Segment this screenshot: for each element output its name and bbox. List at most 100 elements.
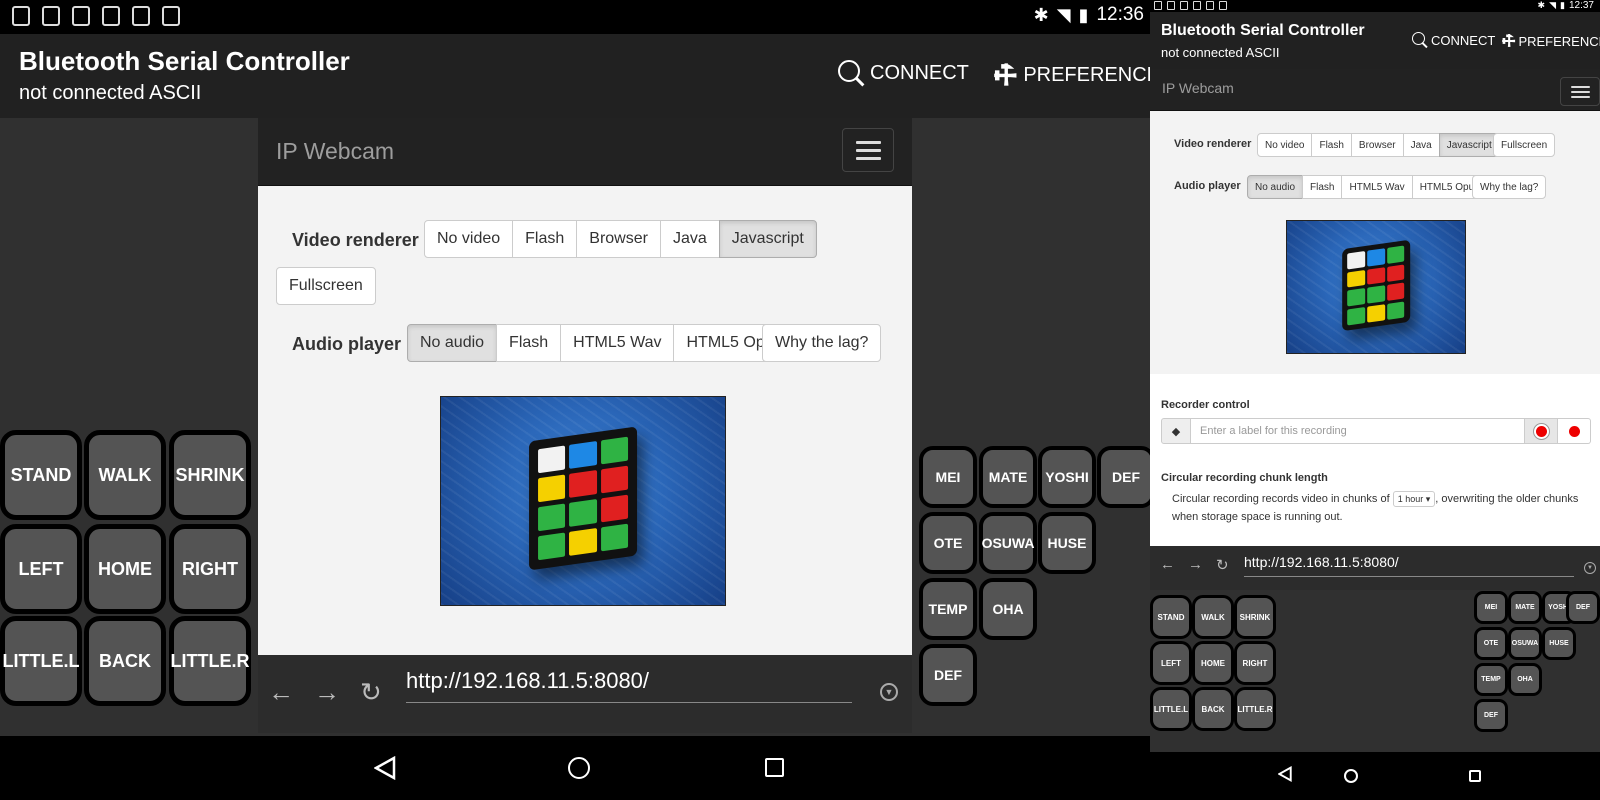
key-ote[interactable]: OTE [1474,627,1508,660]
screenshot-portrait: ✱ ◥ ▮ 12:37 Bluetooth Serial Controller … [1150,0,1600,800]
menu-bar-icon [1570,91,1590,93]
key-mate[interactable]: MATE [1508,591,1542,624]
audio-option-html5-wav[interactable]: HTML5 Wav [560,324,675,362]
key-temp[interactable]: TEMP [919,578,977,640]
notification-cloud-icon [42,6,60,26]
fullscreen-button[interactable]: Fullscreen [276,267,376,305]
key-little-l[interactable]: LITTLE.L [1150,687,1192,731]
preference-button[interactable]: ⚒ PREFERENCE [986,56,1150,94]
audio-option-no-audio[interactable]: No audio [407,324,498,362]
key-huse[interactable]: HUSE [1542,627,1576,660]
key-walk[interactable]: WALK [1192,595,1234,639]
connect-label: CONNECT [870,61,969,84]
reload-icon[interactable]: ↻ [1216,556,1229,574]
webcam-navbar: IP Webcam [258,118,912,186]
key-right[interactable]: RIGHT [169,524,251,614]
key-home[interactable]: HOME [1192,641,1234,685]
key-little-r[interactable]: LITTLE.R [1234,687,1276,731]
record-video-button[interactable] [1525,418,1558,444]
arrow-right-icon[interactable]: → [314,677,340,708]
webcam-brand[interactable]: IP Webcam [276,138,394,165]
arrow-right-icon[interactable]: → [1188,556,1203,573]
connect-button[interactable]: CONNECT [838,60,969,86]
key-walk[interactable]: WALK [84,430,166,520]
chevron-down-icon[interactable]: ▼ [880,683,898,701]
key-huse[interactable]: HUSE [1038,512,1096,574]
chunk-length-select[interactable]: 1 hour ▾ [1392,491,1436,507]
home-circle-icon[interactable] [1344,769,1358,783]
key-stand[interactable]: STAND [1150,595,1192,639]
connect-button[interactable]: CONNECT [1412,32,1495,48]
recent-apps-icon[interactable] [765,758,784,777]
audio-option-flash[interactable]: Flash [1302,175,1343,199]
key-shrink[interactable]: SHRINK [169,430,251,520]
audio-option-flash[interactable]: Flash [496,324,562,362]
video-option-flash[interactable]: Flash [1311,133,1352,157]
url-input[interactable]: http://192.168.11.5:8080/ [1244,551,1574,577]
audio-option-no-audio[interactable]: No audio [1247,175,1304,199]
preference-button[interactable]: ⚒ PREFERENCE [1498,31,1600,53]
webcam-webview[interactable]: IP Webcam Video renderer No video Flash … [258,118,912,655]
key-left[interactable]: LEFT [0,524,82,614]
key-osuwa[interactable]: OSUWA [1508,627,1542,660]
url-input[interactable]: http://192.168.11.5:8080/ [406,663,852,703]
audio-player-group: No audio Flash HTML5 Wav HTML5 Opus [1247,175,1488,199]
video-option-no-video[interactable]: No video [1257,133,1313,157]
fullscreen-button[interactable]: Fullscreen [1493,133,1556,157]
key-oha[interactable]: OHA [1508,663,1542,696]
audio-option-html5-wav[interactable]: HTML5 Wav [1341,175,1413,199]
tag-icon: ◆ [1161,418,1191,444]
key-mate[interactable]: MATE [979,446,1037,508]
home-circle-icon[interactable] [568,757,590,779]
key-yoshi[interactable]: YOSHI [1038,446,1096,508]
hamburger-menu-button[interactable] [842,128,894,172]
menu-bar-icon [855,149,881,152]
key-little-r[interactable]: LITTLE.R [169,616,251,706]
recent-apps-icon[interactable] [1469,770,1481,782]
key-little-l[interactable]: LITTLE.L [0,616,82,706]
key-def[interactable]: DEF [1566,591,1600,624]
chevron-down-icon[interactable]: ▼ [1584,562,1596,574]
key-mei[interactable]: MEI [919,446,977,508]
video-option-java[interactable]: Java [659,220,720,258]
back-triangle-icon[interactable] [1278,766,1292,782]
key-stand[interactable]: STAND [0,430,82,520]
video-option-javascript[interactable]: Javascript [718,220,817,258]
key-home[interactable]: HOME [84,524,166,614]
record-audio-button[interactable] [1558,418,1591,444]
arrow-left-icon[interactable]: ← [268,677,294,708]
key-back[interactable]: BACK [84,616,166,706]
key-def[interactable]: DEF [1097,446,1150,508]
why-lag-button[interactable]: Why the lag? [762,324,882,362]
webcam-brand[interactable]: IP Webcam [1162,80,1234,96]
notification-icons [1154,1,1227,10]
key-shrink[interactable]: SHRINK [1234,595,1276,639]
video-option-browser[interactable]: Browser [1350,133,1404,157]
key-def-2[interactable]: DEF [1474,699,1508,732]
key-back[interactable]: BACK [1192,687,1234,731]
video-option-java[interactable]: Java [1402,133,1440,157]
why-lag-button[interactable]: Why the lag? [1472,175,1547,199]
video-option-browser[interactable]: Browser [576,220,661,258]
video-option-no-video[interactable]: No video [424,220,514,258]
video-option-flash[interactable]: Flash [512,220,578,258]
key-osuwa[interactable]: OSUWA [979,512,1037,574]
key-ote[interactable]: OTE [919,512,977,574]
key-mei[interactable]: MEI [1474,591,1508,624]
menu-bar-icon [1570,86,1590,88]
video-option-javascript[interactable]: Javascript [1438,133,1500,157]
notification-calendar-icon [12,6,30,26]
webcam-webview[interactable]: IP Webcam Video renderer No video Flash … [1150,69,1600,546]
hamburger-menu-button[interactable] [1560,77,1600,106]
arrow-left-icon[interactable]: ← [1160,556,1175,573]
key-oha[interactable]: OHA [979,578,1037,640]
key-def-2[interactable]: DEF [919,644,977,706]
notification-calendar-icon [1167,1,1175,10]
key-left[interactable]: LEFT [1150,641,1192,685]
back-triangle-icon[interactable] [374,756,396,780]
key-temp[interactable]: TEMP [1474,663,1508,696]
key-right[interactable]: RIGHT [1234,641,1276,685]
reload-icon[interactable]: ↻ [360,677,382,708]
recording-label-input[interactable]: Enter a label for this recording [1191,418,1525,444]
screenshot-landscape: ✱ ◥ ▮ 12:36 Bluetooth Serial Controller … [0,0,1150,800]
